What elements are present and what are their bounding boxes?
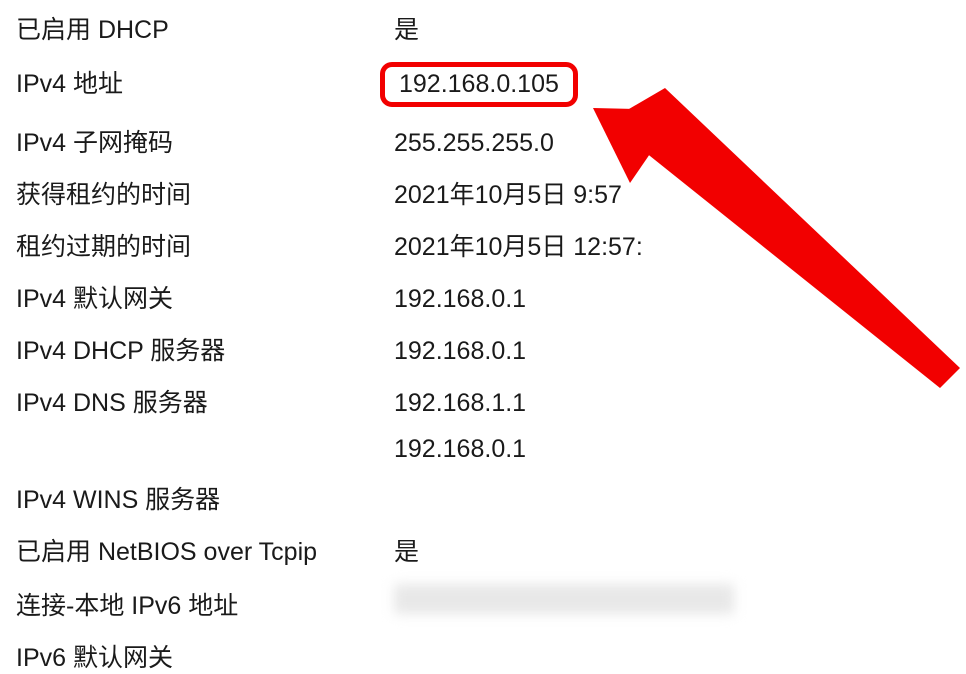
property-value	[394, 584, 950, 621]
property-row: IPv4 子网掩码255.255.255.0	[16, 123, 950, 159]
property-value: 是	[394, 10, 950, 46]
property-label: 已启用 DHCP	[16, 10, 394, 46]
property-row: IPv4 WINS 服务器	[16, 480, 950, 516]
property-value: 2021年10月5日 9:57	[394, 175, 950, 211]
property-value: 192.168.0.1	[394, 435, 950, 464]
property-value: 是	[394, 532, 950, 568]
value-text: 192.168.0.1	[394, 285, 526, 313]
property-row: 获得租约的时间2021年10月5日 9:57	[16, 175, 950, 211]
property-row: IPv4 DHCP 服务器192.168.0.1	[16, 331, 950, 367]
property-label: IPv4 默认网关	[16, 279, 394, 315]
value-text: 是	[394, 538, 419, 566]
property-row: IPv4 默认网关192.168.0.1	[16, 279, 950, 315]
property-label: 租约过期的时间	[16, 227, 394, 263]
property-label: 连接-本地 IPv6 地址	[16, 586, 394, 622]
property-label: IPv4 DHCP 服务器	[16, 331, 394, 367]
property-row: IPv6 默认网关	[16, 638, 950, 674]
highlighted-value: 192.168.0.105	[380, 62, 578, 107]
property-row: 连接-本地 IPv6 地址	[16, 584, 950, 622]
value-text: 192.168.0.1	[394, 435, 526, 463]
value-text: 192.168.0.1	[394, 337, 526, 365]
property-row: 已启用 NetBIOS over Tcpip是	[16, 532, 950, 568]
property-row: 192.168.0.1	[16, 435, 950, 464]
property-value: 192.168.0.1	[394, 285, 950, 314]
value-text: 192.168.1.1	[394, 389, 526, 417]
property-label: IPv4 WINS 服务器	[16, 480, 394, 516]
property-label: IPv4 地址	[16, 64, 394, 100]
property-label: 已启用 NetBIOS over Tcpip	[16, 532, 394, 568]
property-value: 192.168.1.1	[394, 389, 950, 418]
property-row: IPv4 DNS 服务器192.168.1.1	[16, 383, 950, 419]
redacted-value	[394, 584, 734, 614]
property-label: IPv6 默认网关	[16, 638, 394, 674]
value-text: 是	[394, 16, 419, 44]
property-label: 获得租约的时间	[16, 175, 394, 211]
value-text: 2021年10月5日 9:57	[394, 181, 622, 209]
property-row: 已启用 DHCP是	[16, 10, 950, 46]
property-row: 租约过期的时间2021年10月5日 12:57:	[16, 227, 950, 263]
property-label: IPv4 DNS 服务器	[16, 383, 394, 419]
property-value: 192.168.0.105	[394, 62, 950, 107]
value-text: 255.255.255.0	[394, 129, 554, 157]
property-value: 192.168.0.1	[394, 337, 950, 366]
property-value: 2021年10月5日 12:57:	[394, 227, 950, 263]
value-text: 2021年10月5日 12:57:	[394, 233, 643, 261]
network-details-list: 已启用 DHCP是IPv4 地址192.168.0.105IPv4 子网掩码25…	[16, 10, 950, 674]
property-value: 255.255.255.0	[394, 129, 950, 158]
property-row: IPv4 地址192.168.0.105	[16, 62, 950, 107]
property-label: IPv4 子网掩码	[16, 123, 394, 159]
